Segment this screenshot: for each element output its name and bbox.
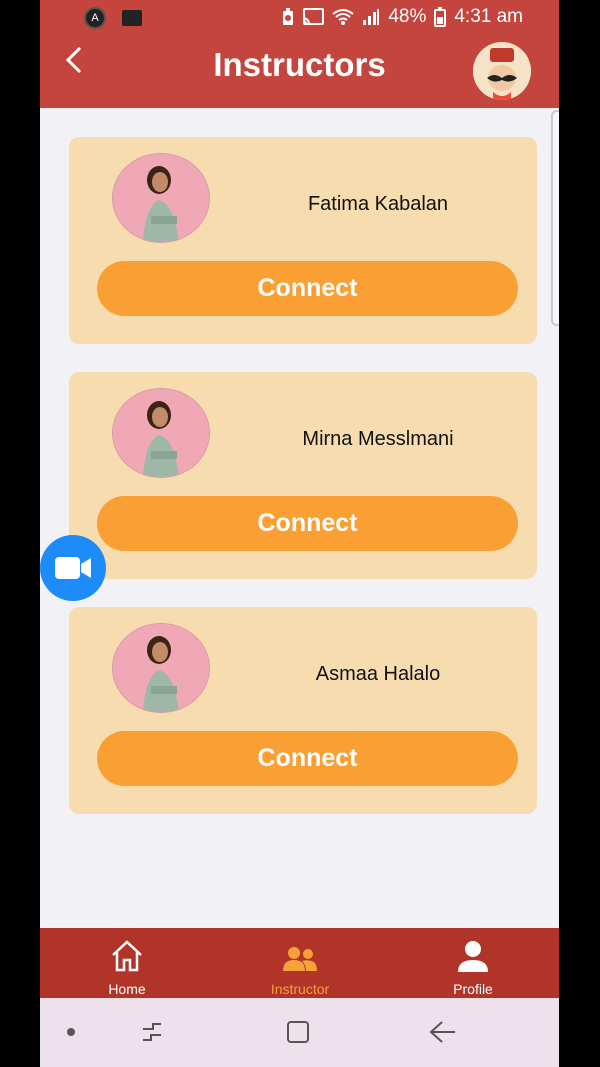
- mustache-avatar-icon: [473, 42, 531, 100]
- instructor-name: Asmaa Halalo: [315, 663, 441, 685]
- instructor-photo: [112, 623, 210, 713]
- instructor-name: Mirna Messlmani: [302, 428, 454, 450]
- instructor-list[interactable]: Fatima Kabalan Connect Mirna Messlmani C…: [40, 108, 559, 928]
- instructor-card: Mirna Messlmani Connect: [69, 372, 537, 579]
- nav-instructor[interactable]: Instructor: [230, 928, 370, 998]
- app-screen: A 48% 4:31 am Instructors Fatima Kabalan…: [40, 0, 559, 1067]
- scrollbar[interactable]: [551, 110, 559, 326]
- instructor-photo: [112, 388, 210, 478]
- status-bar: A 48% 4:31 am: [40, 0, 559, 36]
- dot-indicator: [51, 1016, 91, 1048]
- connect-button[interactable]: Connect: [97, 496, 518, 551]
- app-header: Instructors: [40, 36, 559, 108]
- nav-instructor-label: Instructor: [270, 981, 330, 997]
- bottom-nav: Home Instructor Profile: [40, 928, 559, 998]
- recent-apps-button[interactable]: [132, 1016, 172, 1048]
- cast-icon: [303, 8, 325, 25]
- connect-button[interactable]: Connect: [97, 261, 518, 316]
- instructor-name: Fatima Kabalan: [307, 193, 449, 215]
- battery-saver-icon: [283, 8, 294, 25]
- instructor-card: Asmaa Halalo Connect: [69, 607, 537, 814]
- person-icon: [458, 941, 488, 972]
- group-icon: [283, 947, 317, 971]
- square-home-icon: [287, 1021, 309, 1043]
- video-camera-icon: [55, 557, 91, 579]
- profile-avatar[interactable]: [473, 42, 531, 100]
- recent-apps-icon: [143, 1023, 161, 1041]
- arrow-left-icon: [429, 1021, 455, 1043]
- battery-icon: [434, 7, 447, 27]
- nav-profile-label: Profile: [453, 981, 493, 997]
- app-circle-icon: A: [84, 7, 106, 29]
- folder-icon: [122, 10, 142, 26]
- clock: 4:31 am: [454, 6, 523, 27]
- connect-button[interactable]: Connect: [97, 731, 518, 786]
- home-icon: [112, 940, 142, 972]
- back-system-button[interactable]: [422, 1016, 462, 1048]
- battery-percent: 48%: [388, 6, 427, 27]
- video-call-button[interactable]: [40, 535, 106, 601]
- nav-home[interactable]: Home: [57, 928, 197, 998]
- nav-home-label: Home: [108, 981, 146, 997]
- system-nav-bar: [40, 998, 559, 1067]
- instructor-card: Fatima Kabalan Connect: [69, 137, 537, 344]
- nav-profile[interactable]: Profile: [403, 928, 543, 998]
- wifi-icon: [332, 9, 354, 25]
- home-system-button[interactable]: [278, 1016, 318, 1048]
- instructor-photo: [112, 153, 210, 243]
- signal-icon: [363, 9, 380, 25]
